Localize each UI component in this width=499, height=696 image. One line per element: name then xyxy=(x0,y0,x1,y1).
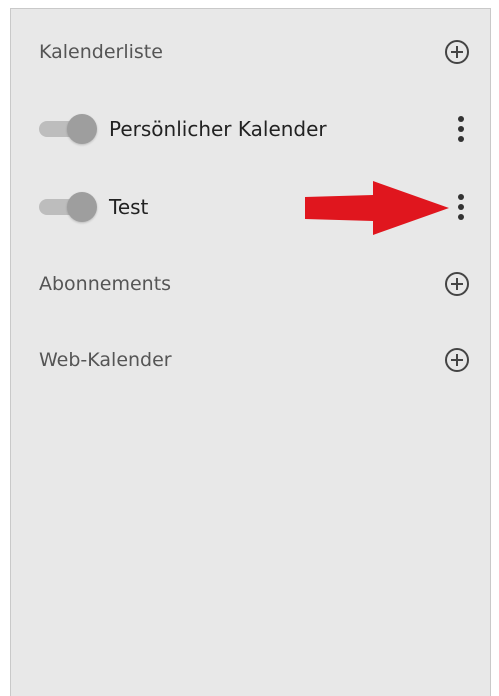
web-calendars-header: Web-Kalender xyxy=(11,335,490,385)
red-arrow-icon xyxy=(305,181,449,235)
add-web-calendar-button[interactable] xyxy=(444,347,470,373)
calendar-item-label: Test xyxy=(109,195,149,219)
toggle-knob xyxy=(67,192,97,222)
web-calendars-title: Web-Kalender xyxy=(39,349,172,371)
toggle-knob xyxy=(67,114,97,144)
plus-circle-icon xyxy=(445,272,469,296)
calendar-item-personal[interactable]: Persönlicher Kalender xyxy=(11,104,490,154)
subscriptions-title: Abonnements xyxy=(39,273,172,295)
calendar-menu-button-test[interactable] xyxy=(454,191,468,223)
plus-circle-icon xyxy=(445,348,469,372)
calendar-list-header: Kalenderliste xyxy=(11,27,490,77)
calendar-sidebar: Kalenderliste Persönlicher Kalender Test… xyxy=(10,8,491,696)
calendar-toggle-personal[interactable] xyxy=(39,114,97,144)
add-calendar-button[interactable] xyxy=(444,39,470,65)
calendar-list-title: Kalenderliste xyxy=(39,41,163,63)
kebab-menu-icon xyxy=(458,116,464,142)
subscriptions-header: Abonnements xyxy=(11,259,490,309)
plus-circle-icon xyxy=(445,40,469,64)
calendar-toggle-test[interactable] xyxy=(39,192,97,222)
calendar-item-label: Persönlicher Kalender xyxy=(109,117,327,141)
calendar-menu-button-personal[interactable] xyxy=(454,113,468,145)
kebab-menu-icon xyxy=(458,194,464,220)
add-subscription-button[interactable] xyxy=(444,271,470,297)
